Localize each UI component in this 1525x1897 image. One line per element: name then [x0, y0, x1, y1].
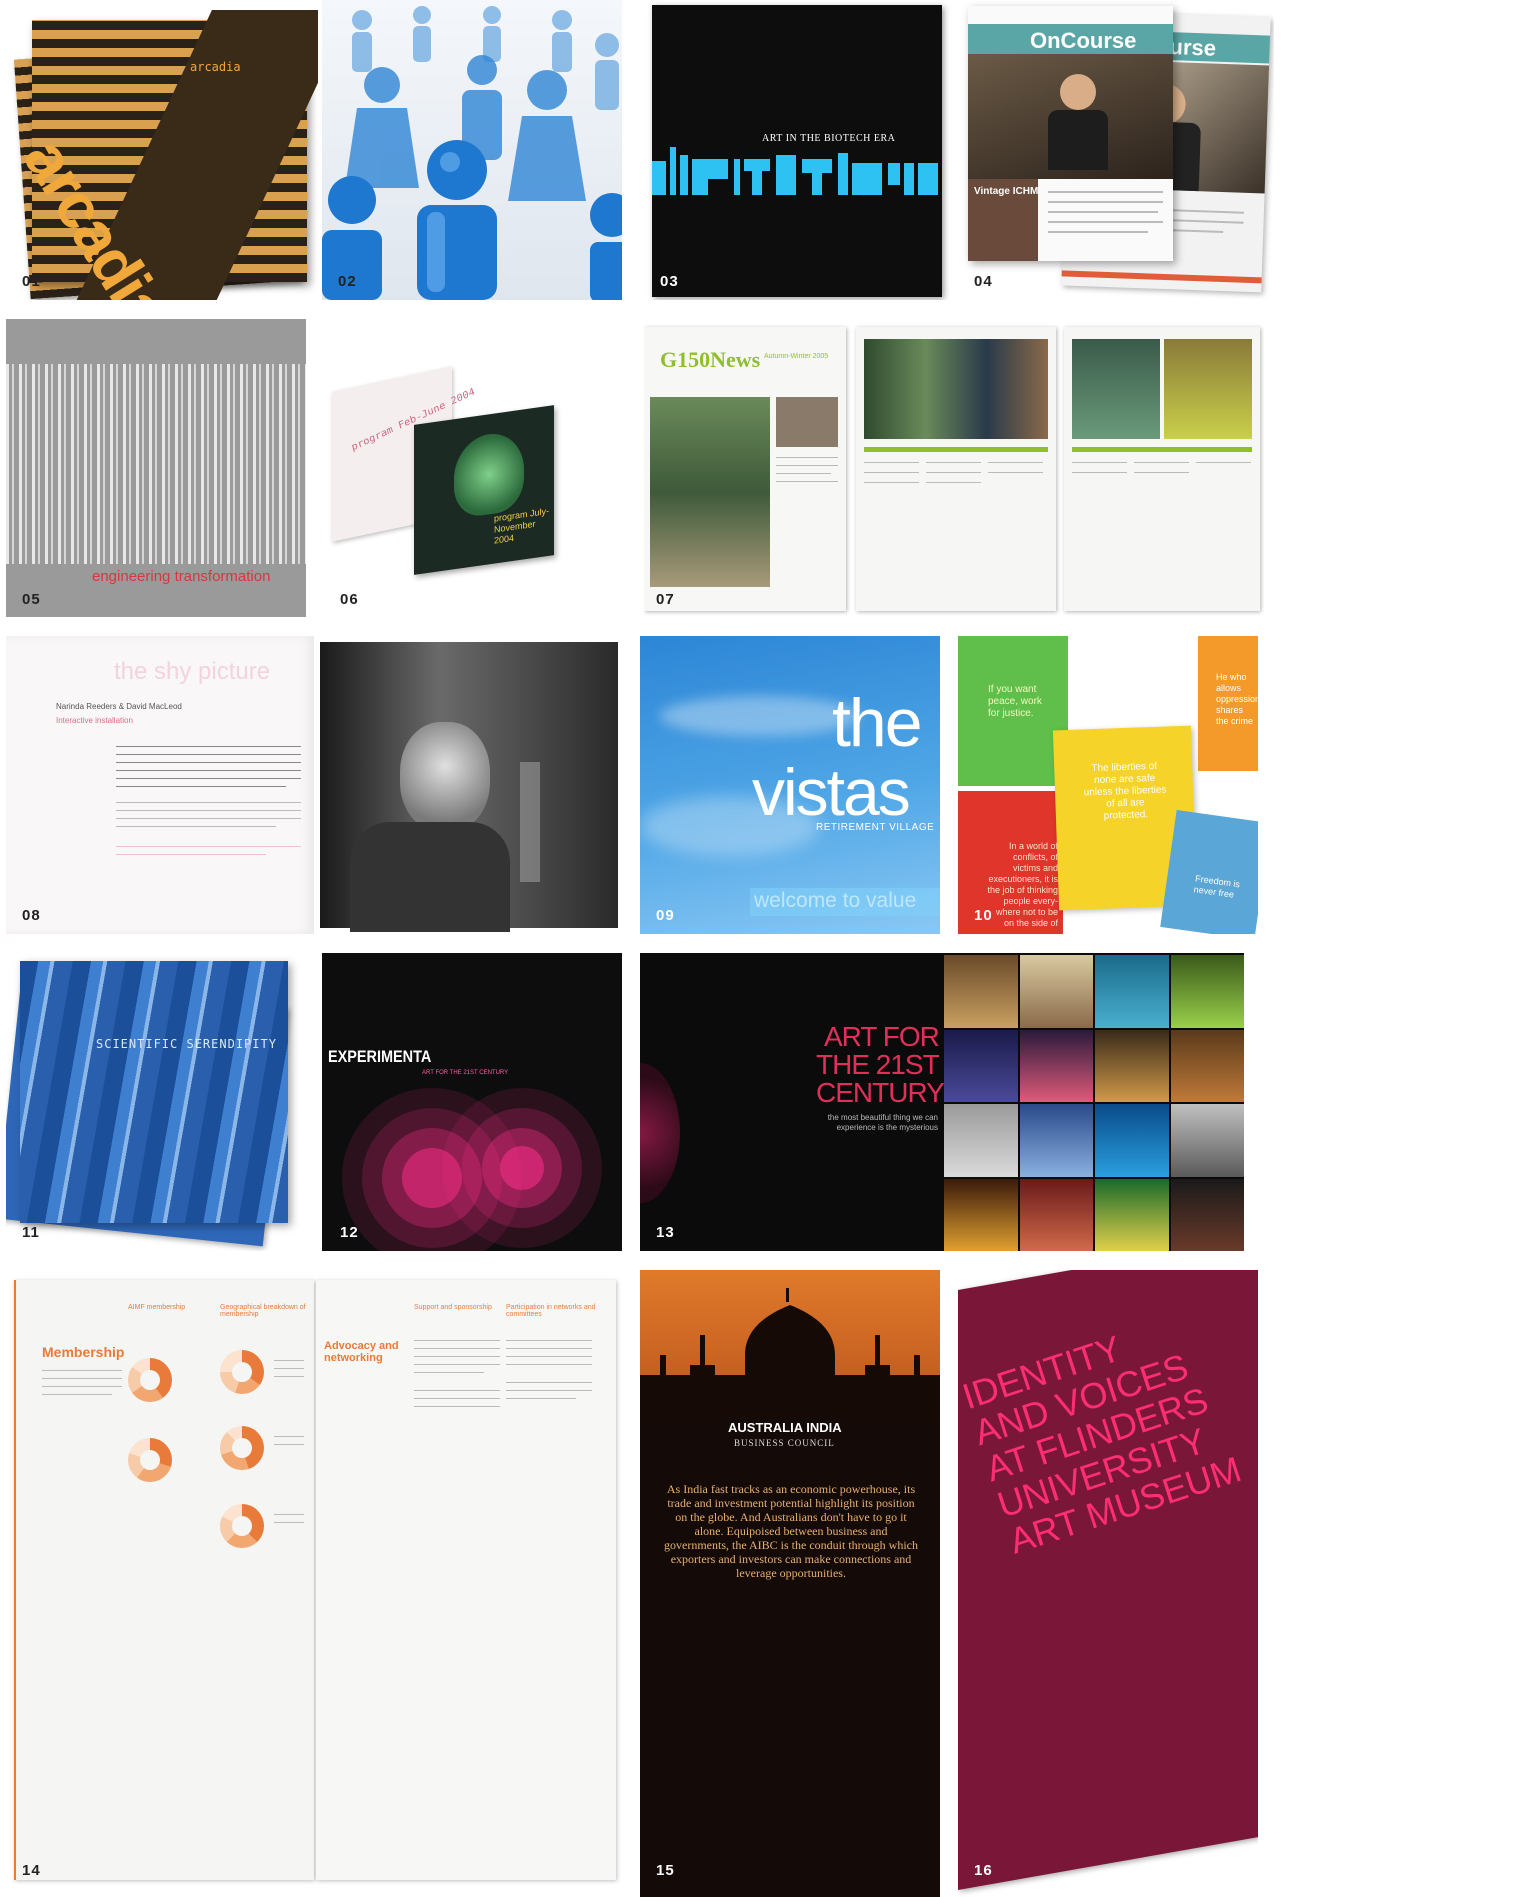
- vistas-subtitle: RETIREMENT VILLAGE: [816, 822, 935, 833]
- item-number: 16: [974, 1862, 993, 1879]
- portfolio-item-07: G150News Autumn-Winter 2005 07: [644, 319, 1264, 617]
- portfolio-item-01: arcadia arcadia 01: [0, 0, 318, 300]
- vistas-tagline: welcome to value: [754, 889, 917, 912]
- item-number: 15: [656, 1862, 675, 1879]
- oncourse-masthead: OnCourse: [1030, 28, 1137, 53]
- authors: Narinda Reeders & David MacLeod: [56, 702, 182, 711]
- vertical-lines-graphic: [6, 364, 306, 564]
- col-heading-2: Geographical breakdown of membership: [220, 1304, 306, 1318]
- portfolio-item-09: the vistas RETIREMENT VILLAGE welcome to…: [640, 636, 940, 934]
- taj-mahal-silhouette: [640, 1288, 940, 1420]
- item-number: 10: [974, 907, 993, 924]
- aibc-org-name-2: BUSINESS COUNCIL: [734, 1438, 835, 1448]
- cover-tagline: engineering transformation: [92, 568, 271, 585]
- shy-picture-title: the shy picture: [114, 658, 271, 685]
- aibc-org-name: AUSTRALIA INDIA: [728, 1420, 842, 1435]
- brochure-cover-front: SCIENTIFIC SERENDIPITY: [20, 961, 288, 1223]
- item-number: 14: [22, 1862, 41, 1879]
- portfolio-item-13: ART FOR THE 21ST CENTURY the most beauti…: [640, 953, 1244, 1251]
- people-figures-illustration: [322, 6, 622, 300]
- biotech-title: ART IN THE BIOTECH ERA: [762, 133, 896, 144]
- col-heading-3: Support and sponsorship: [414, 1304, 492, 1311]
- portfolio-item-14: Membership AIMF membership Geographical …: [6, 1270, 622, 1897]
- item-number: 05: [22, 591, 41, 608]
- aibc-intro: As India fast tracks as an economic powe…: [664, 1482, 918, 1580]
- item-number: 01: [22, 273, 41, 290]
- membership-heading: Membership: [42, 1344, 125, 1360]
- item-number: 13: [656, 1224, 675, 1241]
- item-number: 07: [656, 591, 675, 608]
- portfolio-item-15: AUSTRALIA INDIA BUSINESS COUNCIL As Indi…: [640, 1270, 940, 1897]
- portfolio-item-02: 02: [322, 0, 622, 300]
- col-heading-1: AIMF membership: [128, 1304, 186, 1311]
- g150-masthead: G150News: [660, 347, 761, 372]
- item-number: 11: [22, 1224, 40, 1241]
- spread-right-photo: [320, 642, 618, 932]
- newsletter-spread-2: [1064, 327, 1260, 611]
- barcode-graphic: [652, 147, 938, 195]
- portfolio-item-08: the shy picture Narinda Reeders & David …: [6, 636, 622, 934]
- portfolio-item-04: OnCourse OnCourse Vintage ICHM 04: [958, 0, 1274, 300]
- vistas-title-the: the: [832, 685, 923, 761]
- portfolio-item-11: SCIENTIFIC SERENDIPITY 11: [6, 953, 306, 1251]
- advocacy-heading: Advocacy and networking: [324, 1340, 399, 1364]
- portfolio-item-06: program Feb-June 2004 program July-Novem…: [322, 319, 622, 617]
- newsletter-headline: Vintage ICHM: [974, 186, 1039, 197]
- vistas-title-main: vistas: [752, 755, 911, 829]
- col-heading-4: Participation in networks and committees: [506, 1304, 596, 1318]
- item-number: 03: [660, 273, 679, 290]
- subtitle: Interactive installation: [56, 716, 133, 725]
- portfolio-item-16: IDENTITY AND VOICES AT FLINDERS UNIVERSI…: [958, 1270, 1258, 1897]
- donut-chart-4: [220, 1426, 264, 1470]
- item-number: 04: [974, 273, 993, 290]
- item-number: 09: [656, 907, 675, 924]
- serendipity-title: SCIENTIFIC SERENDIPITY: [96, 1037, 277, 1051]
- donut-chart-5: [220, 1504, 264, 1548]
- newsletter-spread-1: [856, 327, 1056, 611]
- donut-chart-2: [128, 1438, 172, 1482]
- edition: Autumn-Winter 2005: [764, 353, 829, 360]
- brochure-cover-front: arcadia arcadia: [10, 10, 318, 300]
- pink-circles-graphic: [342, 1088, 602, 1251]
- report-left-page: Membership AIMF membership Geographical …: [14, 1280, 314, 1880]
- art21-quote: the most beautiful thing we can experien…: [827, 1113, 938, 1132]
- program-card-july: program July-November 2004: [414, 405, 554, 575]
- item-number: 12: [340, 1224, 359, 1241]
- newsletter-cover: G150News Autumn-Winter 2005: [644, 327, 846, 611]
- portfolio-item-05: engineering transformation 05: [6, 319, 306, 617]
- poster-orange: He who allows oppression shares the crim…: [1198, 636, 1258, 771]
- poster-blue: Freedom is never free: [1160, 809, 1258, 934]
- donut-chart-1: [128, 1358, 172, 1402]
- arcadia-brand: arcadia: [190, 60, 241, 74]
- item-number: 08: [22, 907, 41, 924]
- photo-grid: [944, 955, 1244, 1251]
- newsletter-front: OnCourse Vintage ICHM: [968, 6, 1173, 261]
- art21-line3: CENTURY: [816, 1077, 945, 1108]
- portfolio-item-12: EXPERIMENTA ART FOR THE 21ST CENTURY 12: [322, 953, 622, 1251]
- spread-left-page: the shy picture Narinda Reeders & David …: [6, 636, 314, 934]
- donut-chart-3: [220, 1350, 264, 1394]
- brochure-cover: ART IN THE BIOTECH ERA: [652, 5, 942, 297]
- portfolio-item-10: If you want peace, work for justice. He …: [958, 636, 1258, 934]
- item-number: 06: [340, 591, 359, 608]
- report-right-page: Advocacy and networking Support and spon…: [316, 1280, 616, 1880]
- poster-green: If you want peace, work for justice.: [958, 636, 1068, 786]
- item-number: 02: [338, 273, 357, 290]
- portfolio-item-03: ART IN THE BIOTECH ERA 03: [644, 0, 954, 300]
